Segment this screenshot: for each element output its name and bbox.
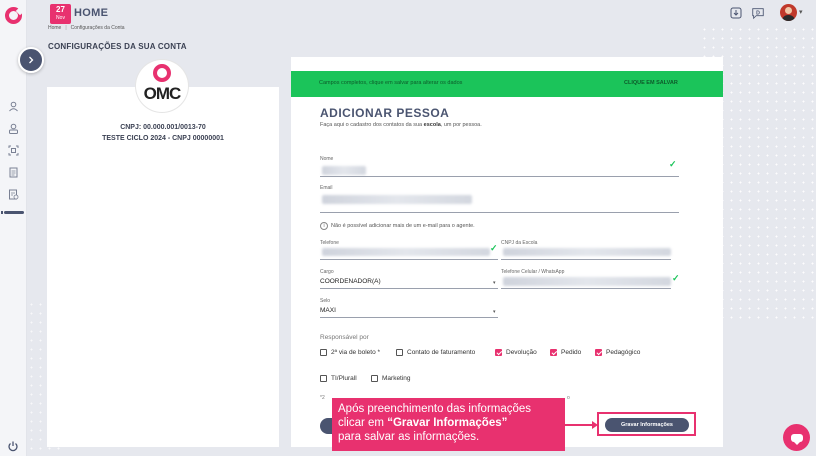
nome-value-blurred	[322, 166, 366, 175]
chat-icon	[790, 433, 803, 445]
checkbox-box-checked[interactable]	[495, 349, 502, 356]
cargo-select-value: COORDENADOR(A)	[320, 278, 381, 285]
date-day: 27	[56, 5, 65, 14]
checkbox-box-checked[interactable]	[595, 349, 602, 356]
selo-select[interactable]	[320, 317, 498, 318]
celular-label: Telefone Celular / WhatsApp	[501, 269, 565, 275]
selo-select-value: MAXI	[320, 307, 336, 314]
email-label: Email	[320, 185, 333, 191]
celular-value-blurred	[503, 277, 671, 286]
company-name: TESTE CICLO 2024 - CNPJ 00000001	[102, 135, 224, 142]
checkbox-devolucao[interactable]: Devolução	[495, 349, 537, 356]
email-info-text: Não é possível adicionar mais de um e-ma…	[331, 223, 475, 229]
check-icon: ✓	[490, 243, 498, 253]
checkbox-box[interactable]	[320, 349, 327, 356]
instruction-callout: Após preenchimento das informações clica…	[332, 398, 565, 451]
cargo-select[interactable]	[320, 288, 498, 289]
nome-field[interactable]	[320, 176, 679, 177]
company-info: CNPJ: 00.000.001/0013-70 TESTE CICLO 202…	[47, 122, 279, 144]
telefone-field[interactable]	[320, 259, 498, 260]
checkbox-box[interactable]	[396, 349, 403, 356]
checkbox-ti-plurall[interactable]: TI/Plurall	[320, 375, 357, 382]
date-badge: 27 Nov	[50, 4, 71, 24]
breadcrumb: Home | Configurações da Conta	[48, 25, 125, 31]
company-cnpj: CNPJ: 00.000.001/0013-70	[120, 124, 206, 131]
cargo-label: Cargo	[320, 269, 334, 275]
callout-arrow	[565, 424, 595, 426]
chevron-down-icon: ▾	[493, 309, 496, 315]
user-icon[interactable]	[8, 101, 19, 112]
form-subtitle: Faça aqui o cadastro dos contatos da sua…	[320, 122, 482, 128]
telefone-value-blurred	[322, 248, 490, 256]
user-badge-icon[interactable]	[8, 123, 19, 134]
chat-d-icon[interactable]: D	[751, 6, 765, 20]
page-title: HOME	[74, 7, 109, 19]
section-heading: CONFIGURAÇÕES DA SUA CONTA	[48, 42, 187, 51]
checkbox-box-checked[interactable]	[550, 349, 557, 356]
check-icon: ✓	[669, 159, 677, 169]
selo-label: Selo	[320, 298, 331, 304]
expand-icon	[29, 56, 34, 64]
checkbox-pedagogico[interactable]: Pedagógico	[595, 349, 640, 356]
nome-label: Nome	[320, 156, 334, 162]
chevron-down-icon[interactable]: ▾	[799, 8, 803, 16]
scan-icon[interactable]	[8, 145, 19, 156]
cnpj-escola-value-blurred	[503, 248, 671, 256]
chevron-down-icon: ▾	[493, 280, 496, 286]
callout-arrow-head	[592, 421, 598, 429]
checkbox-pedido[interactable]: Pedido	[550, 349, 581, 356]
company-logo-text: OMC	[143, 84, 182, 103]
active-indicator	[1, 211, 24, 214]
date-month: Nov	[56, 15, 65, 21]
status-banner: Campos completos, clique em salvar para …	[291, 71, 723, 97]
svg-text:D: D	[756, 10, 760, 16]
checkbox-box[interactable]	[371, 375, 378, 382]
logo-icon[interactable]	[5, 7, 22, 24]
expand-sidebar-button[interactable]	[18, 47, 44, 73]
celular-field[interactable]	[501, 288, 671, 289]
download-icon[interactable]	[729, 6, 743, 20]
save-button[interactable]: Gravar Informações	[605, 418, 689, 432]
report-icon[interactable]	[8, 189, 19, 200]
email-value-blurred	[322, 195, 472, 204]
responsavel-label: Responsável por	[320, 334, 369, 341]
form-title: ADICIONAR PESSOA	[320, 106, 450, 120]
info-icon: i	[320, 222, 328, 230]
company-logo: OMC	[136, 60, 188, 112]
checkbox-boleto[interactable]: 2ª via de boleto *	[320, 349, 380, 356]
telefone-label: Telefone	[320, 240, 339, 246]
banner-message: Campos completos, clique em salvar para …	[319, 80, 463, 86]
check-icon: ✓	[672, 273, 680, 283]
footnote: *2	[320, 395, 325, 401]
power-icon[interactable]	[7, 439, 19, 452]
breadcrumb-current: Configurações da Conta	[70, 25, 125, 31]
avatar[interactable]	[780, 4, 797, 21]
breadcrumb-home[interactable]: Home	[48, 25, 61, 31]
chat-button[interactable]	[783, 424, 810, 451]
checkbox-faturamento[interactable]: Contato de faturamento	[396, 349, 475, 356]
document-icon[interactable]	[8, 167, 19, 178]
cnpj-escola-label: CNPJ da Escola	[501, 240, 538, 246]
banner-action[interactable]: CLIQUE EM SALVAR	[624, 80, 678, 86]
email-field[interactable]	[320, 212, 679, 213]
cnpj-escola-field[interactable]	[501, 259, 671, 260]
footnote-tail: o	[567, 395, 570, 401]
checkbox-box[interactable]	[320, 375, 327, 382]
email-info: i Não é possível adicionar mais de um e-…	[320, 222, 475, 230]
checkbox-marketing[interactable]: Marketing	[371, 375, 411, 382]
